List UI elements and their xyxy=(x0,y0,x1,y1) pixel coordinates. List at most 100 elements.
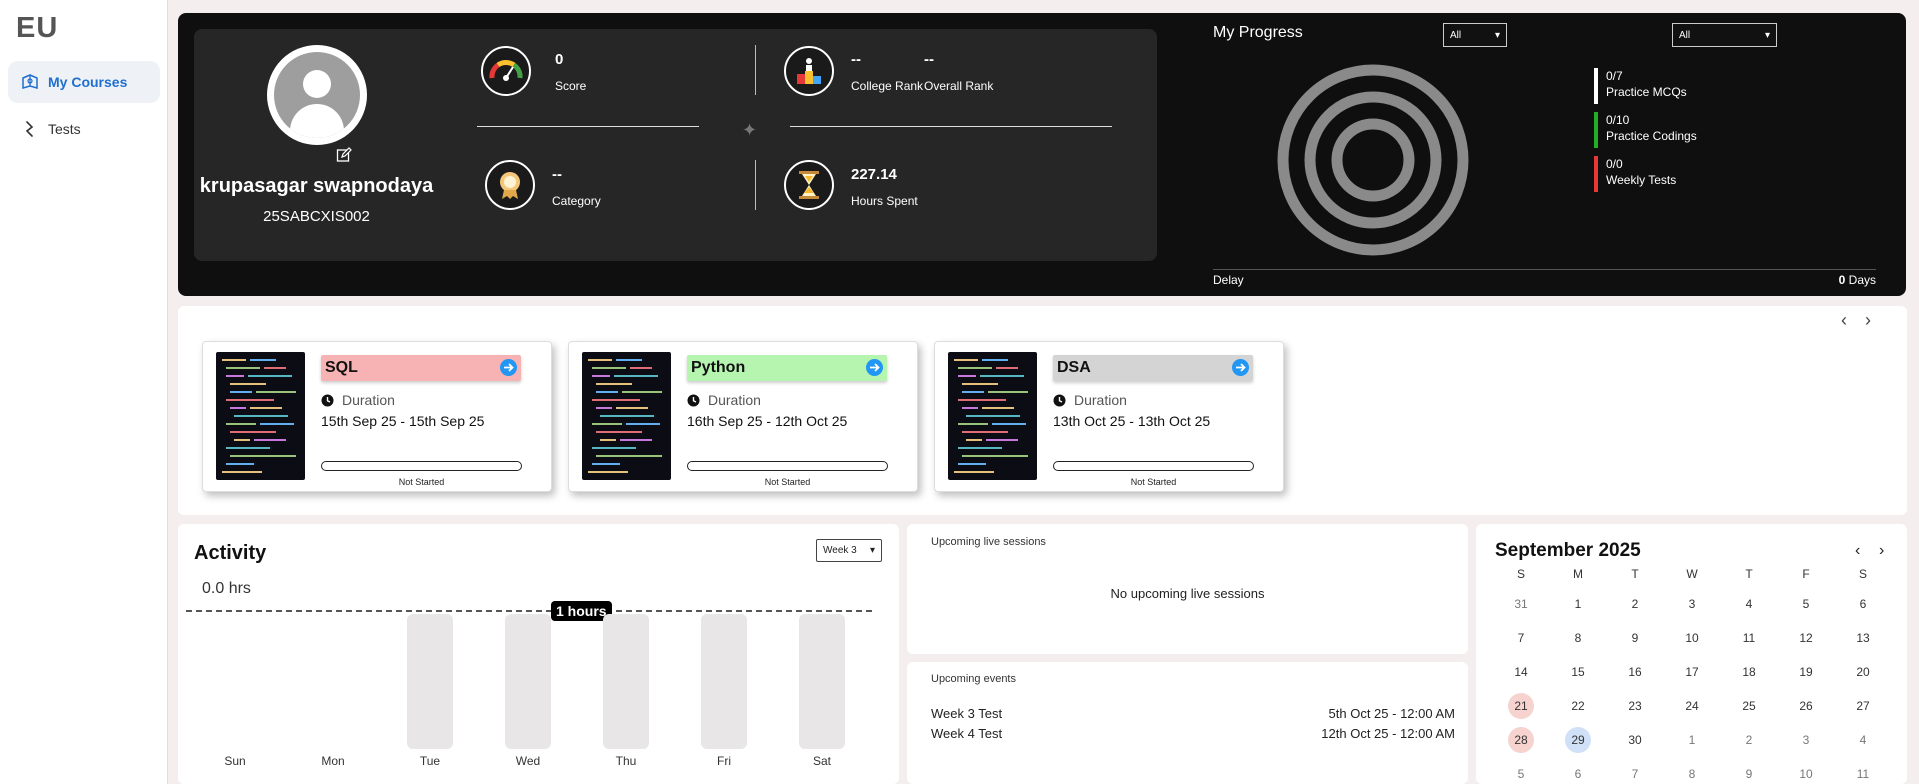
course-card-sql[interactable]: SQL Duration 15th Sep 25 - 15th Sep 25 N… xyxy=(202,341,552,492)
app-logo[interactable]: EU xyxy=(16,12,58,45)
student-name: krupasagar swapnodaya xyxy=(199,175,434,197)
calendar-day[interactable]: 8 xyxy=(1679,761,1705,784)
calendar-day[interactable]: 1 xyxy=(1565,591,1591,617)
overall-rank-label: Overall Rank xyxy=(924,79,994,93)
carousel-prev-button[interactable]: ‹ xyxy=(1841,310,1847,331)
calendar-day[interactable]: 9 xyxy=(1736,761,1762,784)
calendar-day[interactable]: 16 xyxy=(1622,659,1648,685)
calendar-day[interactable]: 4 xyxy=(1850,727,1876,753)
overall-rank-value: -- xyxy=(924,51,934,68)
legend-color-bar xyxy=(1594,156,1598,192)
select-value: All xyxy=(1450,29,1462,41)
calendar-day[interactable]: 1 xyxy=(1679,727,1705,753)
calendar-day[interactable]: 7 xyxy=(1508,625,1534,651)
day-label: Wed xyxy=(515,754,541,768)
calendar-day[interactable]: 13 xyxy=(1850,625,1876,651)
legend-color-bar xyxy=(1594,112,1598,148)
sidebar-item-tests[interactable]: Tests xyxy=(8,108,160,150)
book-icon xyxy=(20,72,40,92)
day-label: Mon xyxy=(321,754,345,768)
calendar-day[interactable]: 11 xyxy=(1850,761,1876,784)
progress-filter-select[interactable]: All ▾ xyxy=(1443,23,1507,47)
sessions-header: Upcoming live sessions xyxy=(931,536,1046,548)
calendar-day[interactable]: 9 xyxy=(1622,625,1648,651)
delay-label: Delay xyxy=(1213,273,1244,287)
duration-row: Duration xyxy=(687,392,761,408)
calendar-day[interactable]: 6 xyxy=(1850,591,1876,617)
hours-value: 227.14 xyxy=(851,166,897,183)
calendar-day[interactable]: 30 xyxy=(1622,727,1648,753)
course-title-text: DSA xyxy=(1057,359,1091,376)
calendar-day[interactable]: 21 xyxy=(1508,693,1534,719)
edit-icon[interactable] xyxy=(336,147,352,163)
calendar-day[interactable]: 7 xyxy=(1622,761,1648,784)
calendar-day[interactable]: 2 xyxy=(1736,727,1762,753)
legend-value: 0/7 xyxy=(1606,69,1623,83)
calendar-day[interactable]: 6 xyxy=(1565,761,1591,784)
legend-label: Weekly Tests xyxy=(1606,173,1677,187)
course-title: Python xyxy=(687,355,887,381)
hourglass-icon xyxy=(784,160,834,210)
calendar-day[interactable]: 14 xyxy=(1508,659,1534,685)
progress-filter-select-2[interactable]: All ▾ xyxy=(1672,23,1777,47)
calendar-day[interactable]: 27 xyxy=(1850,693,1876,719)
calendar-day[interactable]: 3 xyxy=(1793,727,1819,753)
arrow-right-icon[interactable] xyxy=(866,359,883,376)
calendar-day[interactable]: 11 xyxy=(1736,625,1762,651)
calendar-day[interactable]: 19 xyxy=(1793,659,1819,685)
delay-days: 0 Days xyxy=(1820,273,1876,287)
course-progress-bar xyxy=(1053,461,1254,471)
legend-item-codings: 0/10 Practice Codings xyxy=(1594,112,1697,148)
calendar-day[interactable]: 5 xyxy=(1508,761,1534,784)
course-card-python[interactable]: Python Duration 16th Sep 25 - 12th Oct 2… xyxy=(568,341,918,492)
calendar-day[interactable]: 18 xyxy=(1736,659,1762,685)
calendar-day[interactable]: 8 xyxy=(1565,625,1591,651)
calendar-day[interactable]: 2 xyxy=(1622,591,1648,617)
calendar-day[interactable]: 29 xyxy=(1565,727,1591,753)
legend-value: 0/10 xyxy=(1606,113,1630,127)
student-id: 25SABCXIS002 xyxy=(263,208,370,225)
arrow-right-icon[interactable] xyxy=(500,359,517,376)
sidebar-item-label: My Courses xyxy=(48,74,128,90)
calendar-day[interactable]: 26 xyxy=(1793,693,1819,719)
weekday-header: M xyxy=(1573,567,1583,581)
calendar-day[interactable]: 25 xyxy=(1736,693,1762,719)
legend-color-bar xyxy=(1594,68,1598,104)
activity-bar-tue xyxy=(407,614,453,749)
code-thumbnail-image xyxy=(948,352,1037,480)
calendar-day[interactable]: 20 xyxy=(1850,659,1876,685)
calendar-day[interactable]: 4 xyxy=(1736,591,1762,617)
weekday-header: T xyxy=(1745,567,1753,581)
course-status: Not Started xyxy=(398,477,445,487)
divider xyxy=(477,126,699,127)
activity-bar-sat xyxy=(799,614,845,749)
college-rank-label: College Rank xyxy=(851,79,924,93)
calendar-day[interactable]: 12 xyxy=(1793,625,1819,651)
calendar-day[interactable]: 28 xyxy=(1508,727,1534,753)
calendar-prev-button[interactable]: ‹ xyxy=(1855,542,1860,560)
week-select[interactable]: Week 3 ▾ xyxy=(816,539,882,562)
sidebar-item-label: Tests xyxy=(48,121,81,137)
progress-rings-chart xyxy=(1277,64,1469,256)
legend-item-mcqs: 0/7 Practice MCQs xyxy=(1594,68,1687,104)
calendar-day[interactable]: 10 xyxy=(1679,625,1705,651)
course-card-dsa[interactable]: DSA Duration 13th Oct 25 - 13th Oct 25 N… xyxy=(934,341,1284,492)
weekday-header: S xyxy=(1858,567,1867,581)
calendar-day[interactable]: 22 xyxy=(1565,693,1591,719)
calendar-day[interactable]: 24 xyxy=(1679,693,1705,719)
calendar-next-button[interactable]: › xyxy=(1879,542,1884,560)
activity-bar-wed xyxy=(505,614,551,749)
arrow-right-icon[interactable] xyxy=(1232,359,1249,376)
sidebar-item-my-courses[interactable]: My Courses xyxy=(8,61,160,103)
calendar-day[interactable]: 5 xyxy=(1793,591,1819,617)
calendar-day[interactable]: 17 xyxy=(1679,659,1705,685)
calendar-day[interactable]: 10 xyxy=(1793,761,1819,784)
calendar-day[interactable]: 3 xyxy=(1679,591,1705,617)
calendar-day[interactable]: 15 xyxy=(1565,659,1591,685)
user-avatar-icon xyxy=(274,52,360,138)
weekday-header: W xyxy=(1686,567,1698,581)
carousel-next-button[interactable]: › xyxy=(1865,310,1871,331)
calendar-day[interactable]: 23 xyxy=(1622,693,1648,719)
day-label: Tue xyxy=(419,754,441,768)
calendar-day[interactable]: 31 xyxy=(1508,591,1534,617)
